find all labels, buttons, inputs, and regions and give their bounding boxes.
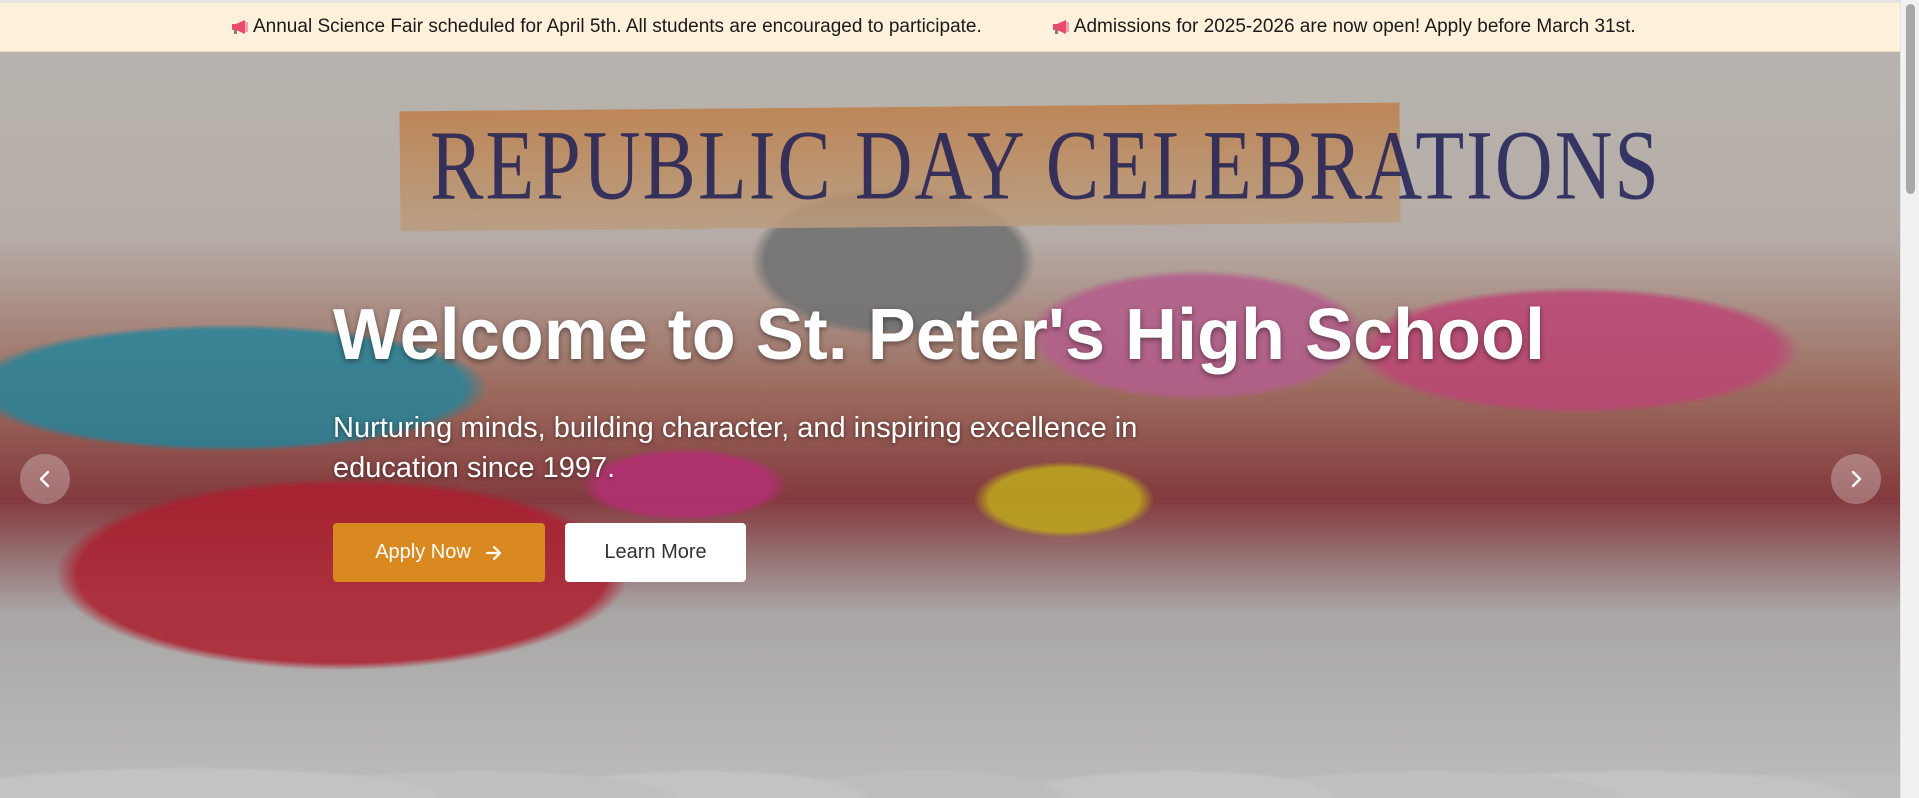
announcement-track: Annual Science Fair scheduled for April …	[231, 3, 1706, 51]
carousel-prev-button[interactable]	[20, 454, 70, 504]
learn-more-label: Learn More	[604, 541, 707, 563]
chevron-left-icon	[39, 470, 50, 488]
page: Annual Science Fair scheduled for April …	[0, 0, 1919, 798]
announcement-item: Annual Science Fair scheduled for April …	[231, 16, 982, 38]
hero-content: Welcome to St. Peter's High School Nurtu…	[333, 290, 1633, 582]
announcement-bar: Annual Science Fair scheduled for April …	[0, 0, 1900, 52]
megaphone-icon	[1052, 19, 1070, 35]
hero-subtitle: Nurturing minds, building character, and…	[333, 412, 1138, 484]
carousel-next-button[interactable]	[1831, 454, 1881, 504]
announcement-item: Admissions for 2025-2026 are now open! A…	[1052, 16, 1636, 38]
chevron-right-icon	[1851, 470, 1862, 488]
megaphone-icon	[231, 19, 249, 35]
learn-more-button[interactable]: Learn More	[565, 523, 746, 582]
apply-now-button[interactable]: Apply Now	[333, 523, 545, 582]
announcement-text: Annual Science Fair scheduled for April …	[253, 16, 982, 37]
page-scrollbar[interactable]	[1900, 0, 1919, 798]
hero-title: Welcome to St. Peter's High School	[333, 295, 1546, 375]
apply-now-label: Apply Now	[375, 541, 471, 563]
announcement-text: Admissions for 2025-2026 are now open! A…	[1073, 16, 1636, 37]
arrow-right-icon	[485, 544, 503, 562]
scrollbar-thumb[interactable]	[1906, 4, 1915, 194]
hero-buttons: Apply Now Learn More	[333, 523, 1633, 582]
hero-carousel: REPUBLIC DAY CELEBRATIONS Welcome to St.…	[0, 52, 1900, 798]
